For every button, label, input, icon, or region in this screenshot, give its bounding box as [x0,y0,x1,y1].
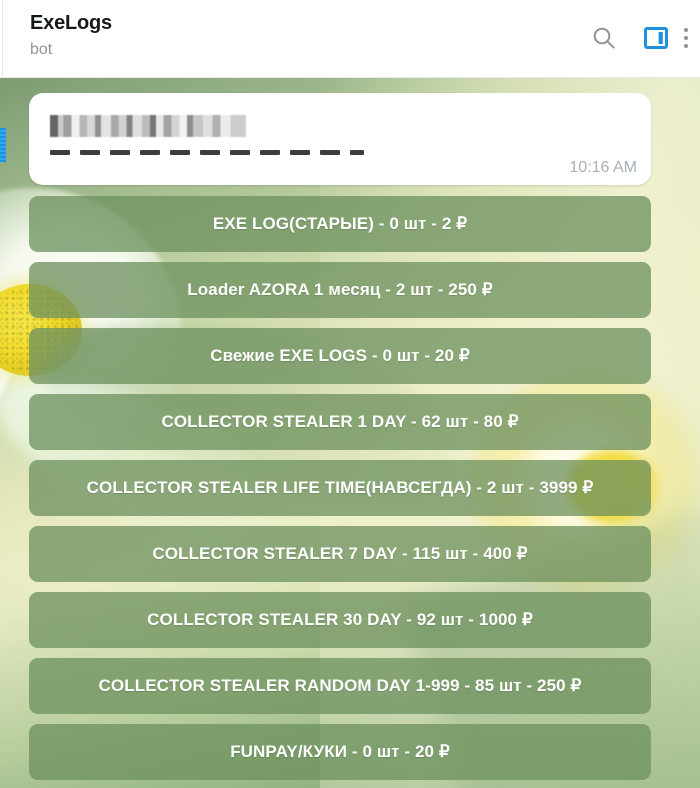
more-vertical-icon [682,28,688,48]
header-left-divider [2,0,3,78]
page-title: ExeLogs [30,12,112,34]
toggle-sidebar-button[interactable] [630,14,682,62]
keyboard-button-loader-azora[interactable]: Loader AZORA 1 месяц - 2 шт - 250 ₽ [29,262,651,318]
keyboard-button-label: COLLECTOR STEALER 1 DAY - 62 шт - 80 ₽ [161,412,519,431]
keyboard-button-label: Свежие EXE LOGS - 0 шт - 20 ₽ [210,346,470,365]
keyboard-button-collector-30-day[interactable]: COLLECTOR STEALER 30 DAY - 92 шт - 1000 … [29,592,651,648]
keyboard-button-label: Loader AZORA 1 месяц - 2 шт - 250 ₽ [187,280,493,299]
keyboard-button-collector-1-day[interactable]: COLLECTOR STEALER 1 DAY - 62 шт - 80 ₽ [29,394,651,450]
header-actions [578,14,700,62]
keyboard-button-label: COLLECTOR STEALER RANDOM DAY 1-999 - 85 … [98,676,582,695]
telegram-chat-window: ExeLogs bot 10:16 AM EXE LOG(СТАРЫЕ) - 0… [0,0,700,788]
keyboard-button-label: COLLECTOR STEALER 30 DAY - 92 шт - 1000 … [147,610,533,629]
chat-header: ExeLogs bot [0,0,700,78]
keyboard-button-funpay-cookies[interactable]: FUNPAY/КУКИ - 0 шт - 20 ₽ [29,724,651,780]
sidebar-panel-icon [644,27,668,49]
keyboard-button-fresh-exe-logs[interactable]: Свежие EXE LOGS - 0 шт - 20 ₽ [29,328,651,384]
message-dash-separator [50,150,364,155]
search-button[interactable] [578,14,630,62]
keyboard-button-label: COLLECTOR STEALER LIFE TIME(НАВСЕГДА) - … [86,478,594,497]
inline-keyboard: EXE LOG(СТАРЫЕ) - 0 шт - 2 ₽ Loader AZOR… [29,196,651,788]
chat-header-info[interactable]: ExeLogs bot [30,10,112,61]
keyboard-button-label: EXE LOG(СТАРЫЕ) - 0 шт - 2 ₽ [212,214,468,233]
chat-subtitle: bot [30,41,53,58]
keyboard-button-exe-log-old[interactable]: EXE LOG(СТАРЫЕ) - 0 шт - 2 ₽ [29,196,651,252]
search-icon [593,27,615,49]
keyboard-button-label: COLLECTOR STEALER 7 DAY - 115 шт - 400 ₽ [152,544,528,563]
keyboard-button-collector-random-day[interactable]: COLLECTOR STEALER RANDOM DAY 1-999 - 85 … [29,658,651,714]
keyboard-button-collector-lifetime[interactable]: COLLECTOR STEALER LIFE TIME(НАВСЕГДА) - … [29,460,651,516]
chat-message-area[interactable]: 10:16 AM EXE LOG(СТАРЫЕ) - 0 шт - 2 ₽ Lo… [0,78,700,788]
message-bubble[interactable]: 10:16 AM [29,93,651,185]
keyboard-button-collector-7-day[interactable]: COLLECTOR STEALER 7 DAY - 115 шт - 400 ₽ [29,526,651,582]
message-timestamp: 10:16 AM [569,159,637,176]
keyboard-button-label: FUNPAY/КУКИ - 0 шт - 20 ₽ [230,742,450,761]
redacted-message-text [50,115,246,137]
unread-accent-strip[interactable] [0,128,6,162]
more-options-button[interactable] [682,14,700,62]
